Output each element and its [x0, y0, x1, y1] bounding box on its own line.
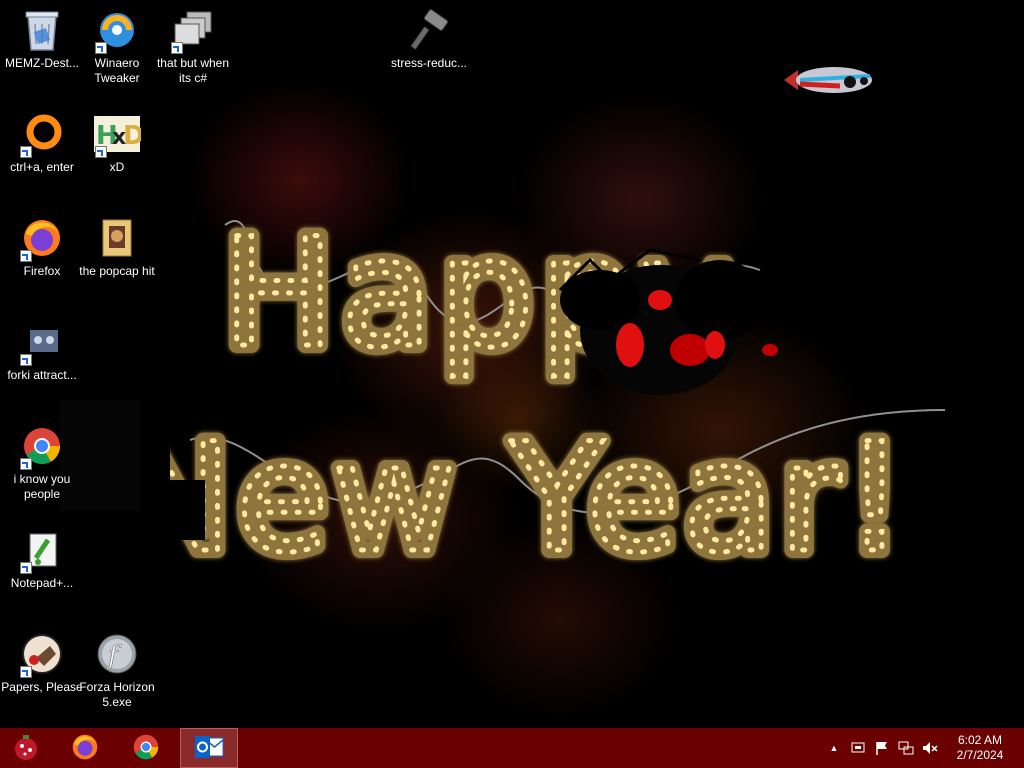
desktop: Happy Happy New Year! New Year! MEMZ-Des…: [0, 0, 1024, 728]
desktop-icon-memz[interactable]: MEMZ-Dest...: [0, 6, 84, 71]
desktop-icon-notepad-plus[interactable]: Notepad+...: [0, 526, 84, 591]
shortcut-arrow-icon: [20, 354, 32, 366]
device-icon[interactable]: [850, 740, 866, 756]
desktop-icon-label: that but when its c#: [156, 56, 230, 85]
forkit-icon: [18, 318, 66, 366]
desktop-icon-label: the popcap hit: [79, 264, 155, 278]
greeting-line-1: Happy: [222, 207, 736, 381]
chrome-icon: [131, 732, 161, 765]
notepad-plus-icon: [18, 526, 66, 574]
shortcut-arrow-icon: [20, 562, 32, 574]
volume-muted-icon[interactable]: [922, 740, 938, 756]
shortcut-arrow-icon: [20, 666, 32, 678]
desktop-icon-label: Firefox: [23, 264, 61, 278]
desktop-icon-label: MEMZ-Dest...: [5, 56, 79, 70]
hxd-icon: H x D: [93, 110, 141, 158]
chrome-icon: [18, 422, 66, 470]
shortcut-arrow-icon: [171, 42, 183, 54]
folder-icon: [93, 214, 141, 262]
splatter-effect: [558, 248, 778, 395]
desktop-icon-xd[interactable]: H x D xD: [75, 110, 159, 175]
desktop-icon-label: Forza Horizon 5.exe: [79, 680, 155, 709]
winaero-tweaker-icon: [93, 6, 141, 54]
clock-date: 2/7/2024: [956, 748, 1004, 762]
stacked-windows-icon: [169, 6, 217, 54]
desktop-icon-firefox[interactable]: Firefox: [0, 214, 84, 279]
shortcut-arrow-icon: [20, 146, 32, 158]
firefox-icon: [70, 732, 100, 765]
chevron-up-icon: ▲: [829, 743, 839, 753]
papers-please-icon: [18, 630, 66, 678]
desktop-icon-forza[interactable]: f Forza Horizon 5.exe: [75, 630, 159, 710]
clock[interactable]: 6:02 AM 2/7/2024: [948, 733, 1012, 763]
desktop-icon-popcap[interactable]: the popcap hit: [75, 214, 159, 279]
desktop-icon-winaero[interactable]: Winaero Tweaker: [75, 6, 159, 86]
desktop-icon-forkit[interactable]: forki attract...: [0, 318, 84, 383]
svg-text:D: D: [123, 121, 141, 151]
taskbar: ▲ 6:02 AM 2/7/2024: [0, 728, 1024, 768]
greeting-line-2-lights: New Year!: [120, 412, 909, 586]
fish-sprite: [780, 60, 884, 100]
desktop-icon-papers-please[interactable]: Papers, Please: [0, 630, 84, 695]
desktop-icon-label: Papers, Please: [1, 680, 83, 694]
greeting-line-2: New Year!: [120, 412, 909, 586]
shortcut-arrow-icon: [20, 250, 32, 262]
desktop-icon-label: stress-reduc...: [390, 56, 468, 70]
desktop-icon-label: forki attract...: [7, 368, 77, 382]
recycle-bin-icon: [18, 6, 66, 54]
desktop-icon-label: xD: [109, 160, 125, 174]
shortcut-arrow-icon: [95, 146, 107, 158]
desktop-icon-ctrl-a-enter[interactable]: ctrl+a, enter: [0, 110, 84, 175]
show-hidden-icons-button[interactable]: ▲: [826, 740, 842, 756]
desktop-icon-label: Notepad+...: [10, 576, 74, 590]
christmas-ornament-icon: [11, 732, 41, 765]
taskbar-firefox[interactable]: [61, 728, 109, 768]
taskbar-chrome[interactable]: [122, 728, 170, 768]
outlook-icon: [194, 734, 224, 763]
orange-ring-icon: [18, 110, 66, 158]
flag-icon[interactable]: [874, 740, 890, 756]
clock-time: 6:02 AM: [957, 733, 1003, 747]
shortcut-arrow-icon: [20, 458, 32, 470]
desktop-icon-stress-reducer[interactable]: stress-reduc...: [387, 6, 471, 71]
desktop-icon-label: ctrl+a, enter: [10, 160, 74, 174]
flash-icon: f: [93, 630, 141, 678]
shortcut-arrow-icon: [95, 42, 107, 54]
desktop-icon-that-but-when[interactable]: that but when its c#: [151, 6, 235, 86]
desktop-icon-label: i know you people: [13, 472, 71, 501]
firefox-icon: [18, 214, 66, 262]
start-button[interactable]: [2, 728, 50, 768]
hammer-icon: [405, 6, 453, 54]
desktop-icon-i-know-you[interactable]: i know you people: [0, 422, 84, 502]
greeting-line-1-lights: Happy: [222, 207, 736, 381]
network-icon[interactable]: [898, 740, 914, 756]
taskbar-outlook[interactable]: [180, 728, 238, 768]
desktop-icon-label: Winaero Tweaker: [94, 56, 140, 85]
